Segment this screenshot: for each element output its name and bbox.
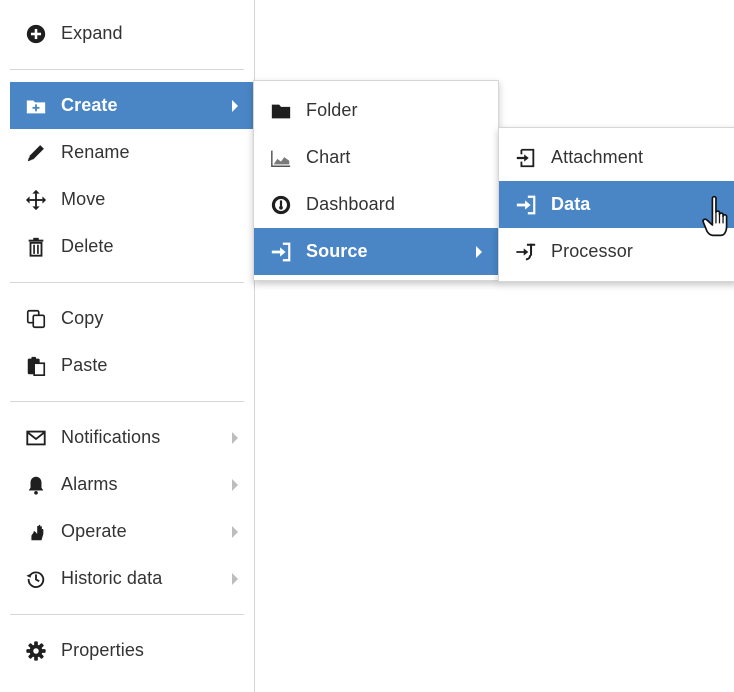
menu-item-historic-data[interactable]: Historic data	[10, 555, 254, 602]
menu-item-label: Attachment	[551, 147, 644, 167]
menu-item-label: Delete	[61, 236, 114, 256]
menu-item-move[interactable]: Move	[10, 176, 254, 223]
menu-item-processor[interactable]: Processor	[499, 228, 734, 275]
menu-separator	[10, 69, 244, 70]
menu-item-label: Move	[61, 189, 106, 209]
sign-in-icon	[270, 241, 292, 263]
bell-icon	[25, 474, 47, 496]
chevron-right-icon	[232, 478, 238, 491]
plus-circle-icon	[25, 23, 47, 45]
menu-separator	[10, 282, 244, 283]
menu-separator	[10, 401, 244, 402]
copy-icon	[25, 308, 47, 330]
menu-item-alarms[interactable]: Alarms	[10, 461, 254, 508]
chevron-right-icon	[232, 572, 238, 585]
processor-icon	[515, 241, 537, 263]
menu-item-operate[interactable]: Operate	[10, 508, 254, 555]
menu-item-data[interactable]: Data	[499, 181, 734, 228]
menu-item-label: Copy	[61, 308, 104, 328]
paste-icon	[25, 355, 47, 377]
context-menu: Expand Create Rename Move Delete Copy Pa…	[0, 0, 255, 692]
gear-icon	[25, 640, 47, 662]
folder-plus-icon	[25, 95, 47, 117]
history-icon	[25, 568, 47, 590]
pencil-icon	[25, 142, 47, 164]
menu-item-label: Source	[306, 241, 368, 261]
menu-item-label: Folder	[306, 100, 358, 120]
menu-item-dashboard[interactable]: Dashboard	[254, 181, 498, 228]
menu-item-label: Create	[61, 95, 118, 115]
menu-separator	[10, 614, 244, 615]
menu-item-label: Alarms	[61, 474, 118, 494]
chevron-right-icon	[232, 99, 238, 112]
source-submenu: Attachment Data Processor	[498, 127, 734, 282]
menu-item-label: Chart	[306, 147, 351, 167]
menu-item-paste[interactable]: Paste	[10, 342, 254, 389]
menu-item-copy[interactable]: Copy	[10, 295, 254, 342]
menu-item-chart[interactable]: Chart	[254, 134, 498, 181]
menu-item-label: Dashboard	[306, 194, 395, 214]
create-submenu: Folder Chart Dashboard Source	[253, 80, 499, 281]
sign-in-icon	[515, 194, 537, 216]
trash-icon	[25, 236, 47, 258]
menu-item-label: Paste	[61, 355, 108, 375]
menu-item-attachment[interactable]: Attachment	[499, 134, 734, 181]
menu-item-label: Expand	[61, 23, 123, 43]
envelope-icon	[25, 427, 47, 449]
folder-icon	[270, 100, 292, 122]
menu-item-properties[interactable]: Properties	[10, 627, 254, 674]
area-chart-icon	[270, 147, 292, 169]
menu-item-label: Properties	[61, 640, 145, 660]
menu-item-rename[interactable]: Rename	[10, 129, 254, 176]
move-arrows-icon	[25, 189, 47, 211]
chevron-right-icon	[476, 245, 482, 258]
chevron-right-icon	[232, 525, 238, 538]
menu-item-expand[interactable]: Expand	[10, 10, 254, 57]
dashboard-gauge-icon	[270, 194, 292, 216]
menu-item-label: Notifications	[61, 427, 161, 447]
menu-item-folder[interactable]: Folder	[254, 87, 498, 134]
menu-item-source[interactable]: Source	[254, 228, 498, 275]
attachment-icon	[515, 147, 537, 169]
menu-item-label: Historic data	[61, 568, 163, 588]
hand-icon	[25, 521, 47, 543]
menu-item-create[interactable]: Create	[10, 82, 254, 129]
menu-item-label: Operate	[61, 521, 127, 541]
hand-pointer-cursor-icon	[702, 195, 728, 237]
menu-item-label: Rename	[61, 142, 130, 162]
menu-item-label: Processor	[551, 241, 633, 261]
chevron-right-icon	[232, 431, 238, 444]
menu-item-label: Data	[551, 194, 591, 214]
menu-item-notifications[interactable]: Notifications	[10, 414, 254, 461]
menu-item-delete[interactable]: Delete	[10, 223, 254, 270]
